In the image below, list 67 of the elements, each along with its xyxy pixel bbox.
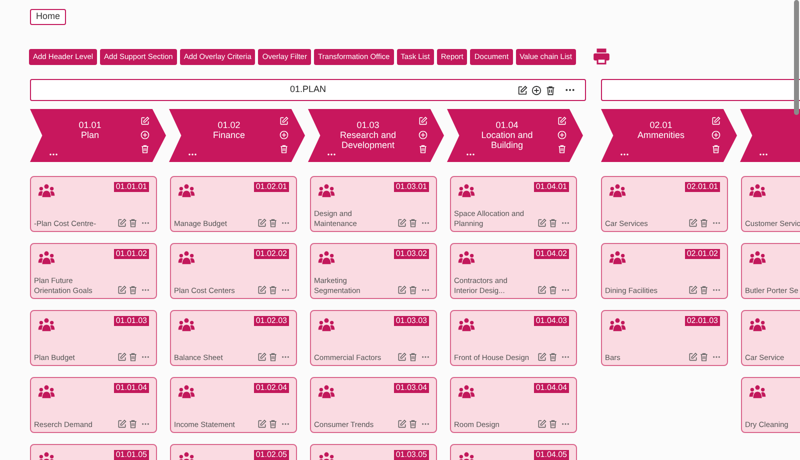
team-icon [457,384,476,401]
stage-name: Research and Development [338,130,398,150]
stage-code: 01.04 [496,120,518,130]
card-code: 01.01.01 [114,182,149,192]
stage-code: 01.01 [78,120,102,130]
card-code: 01.01.03 [114,316,149,326]
team-icon [317,183,336,200]
team-icon [748,384,767,401]
card-code: 02.01.02 [684,249,720,259]
delete-icon[interactable] [545,84,556,96]
card-code: 01.03.05 [394,450,429,460]
team-icon [748,250,767,267]
printer-icon[interactable] [592,47,611,66]
card-code: 01.03.01 [394,182,429,192]
team-icon [457,250,476,267]
team-icon [177,250,196,267]
card-code: 02.01.03 [684,316,720,326]
stage-code: 01.03 [356,120,380,130]
card-code: 01.01.05 [114,450,149,460]
card-code: 01.02.03 [254,316,289,326]
card-code: 01.04.04 [534,383,569,393]
team-icon [748,317,767,334]
team-icon [457,183,476,200]
home-button[interactable]: Home [30,8,66,24]
team-icon [608,317,627,334]
process-card[interactable]: 01.01.05 [30,444,157,460]
card-code: 01.02.05 [254,450,289,460]
team-icon [317,250,336,267]
card-code: 01.03.02 [394,249,429,259]
card-code: 01.01.04 [114,383,149,393]
card-code: 01.02.01 [254,182,289,192]
stage-name: Plan [80,130,99,140]
team-icon [37,183,56,200]
team-icon [177,183,196,200]
team-icon [608,183,627,200]
team-icon [37,250,56,267]
team-icon [37,384,56,401]
card-code: 01.03.04 [394,383,429,393]
card-code: 01.04.05 [534,450,569,460]
card-code: 01.04.03 [534,316,569,326]
edit-icon[interactable] [517,84,528,96]
stage-code: 01.02 [218,120,240,130]
team-icon [177,317,196,334]
stage-name: Location and Building [480,130,534,150]
card-code: 01.01.02 [114,249,149,259]
stage-name: Finance [212,130,246,140]
card-code: 02.01.01 [684,182,720,192]
stage-code: 02.01 [650,120,672,130]
stage-name: Ammenities [637,130,684,140]
team-icon [177,384,196,401]
team-icon [317,384,336,401]
card-code: 01.03.03 [394,316,429,326]
team-icon [317,317,336,334]
team-icon [608,250,627,267]
card-code: 01.04.01 [534,182,569,192]
team-icon [748,183,767,200]
team-icon [457,317,476,334]
card-code: 01.02.04 [254,383,289,393]
team-icon [37,317,56,334]
card-code: 01.04.02 [534,249,569,259]
add-icon[interactable] [531,84,542,96]
card-code: 01.02.02 [254,249,289,259]
group-title: 01.PLAN [290,83,326,96]
scrollbar-thumb[interactable] [794,0,799,115]
process-card[interactable]: 01.03.05 [310,444,437,460]
process-card[interactable]: 01.02.05 [170,444,297,460]
process-card[interactable]: 01.04.05 [450,444,577,460]
